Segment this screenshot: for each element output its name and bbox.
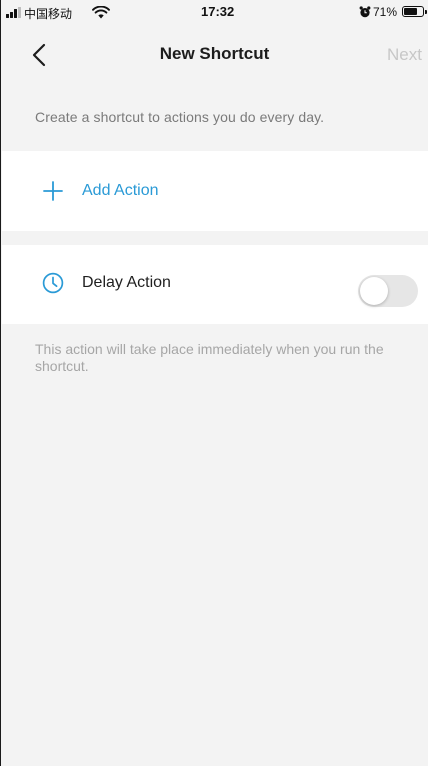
new-shortcut-screen: 中国移动 17:32 71% New Shortcut Next Create … [0,0,428,766]
delay-footnote: This action will take place immediately … [35,341,384,374]
shortcut-description: Create a shortcut to actions you do ever… [35,109,325,125]
wifi-icon [92,6,110,19]
next-button[interactable]: Next [387,45,422,65]
carrier-name: 中国移动 [24,7,73,21]
delay-action-label: Delay Action [82,274,171,291]
toggle-knob [360,277,388,305]
add-action-label: Add Action [82,182,159,199]
alarm-icon [359,6,371,18]
battery-percent: 71% [373,5,398,19]
add-action-button[interactable]: Add Action [2,151,428,231]
status-time: 17:32 [201,4,235,19]
plus-icon [43,181,63,201]
delay-action-row: Delay Action [2,245,428,324]
battery-icon [402,6,427,17]
delay-action-toggle[interactable] [358,275,418,307]
page-title: New Shortcut [159,44,270,63]
clock-icon [42,272,64,294]
signal-icon [6,7,21,18]
navigation-bar: New Shortcut Next [1,30,428,80]
status-bar: 中国移动 17:32 71% [1,0,428,26]
